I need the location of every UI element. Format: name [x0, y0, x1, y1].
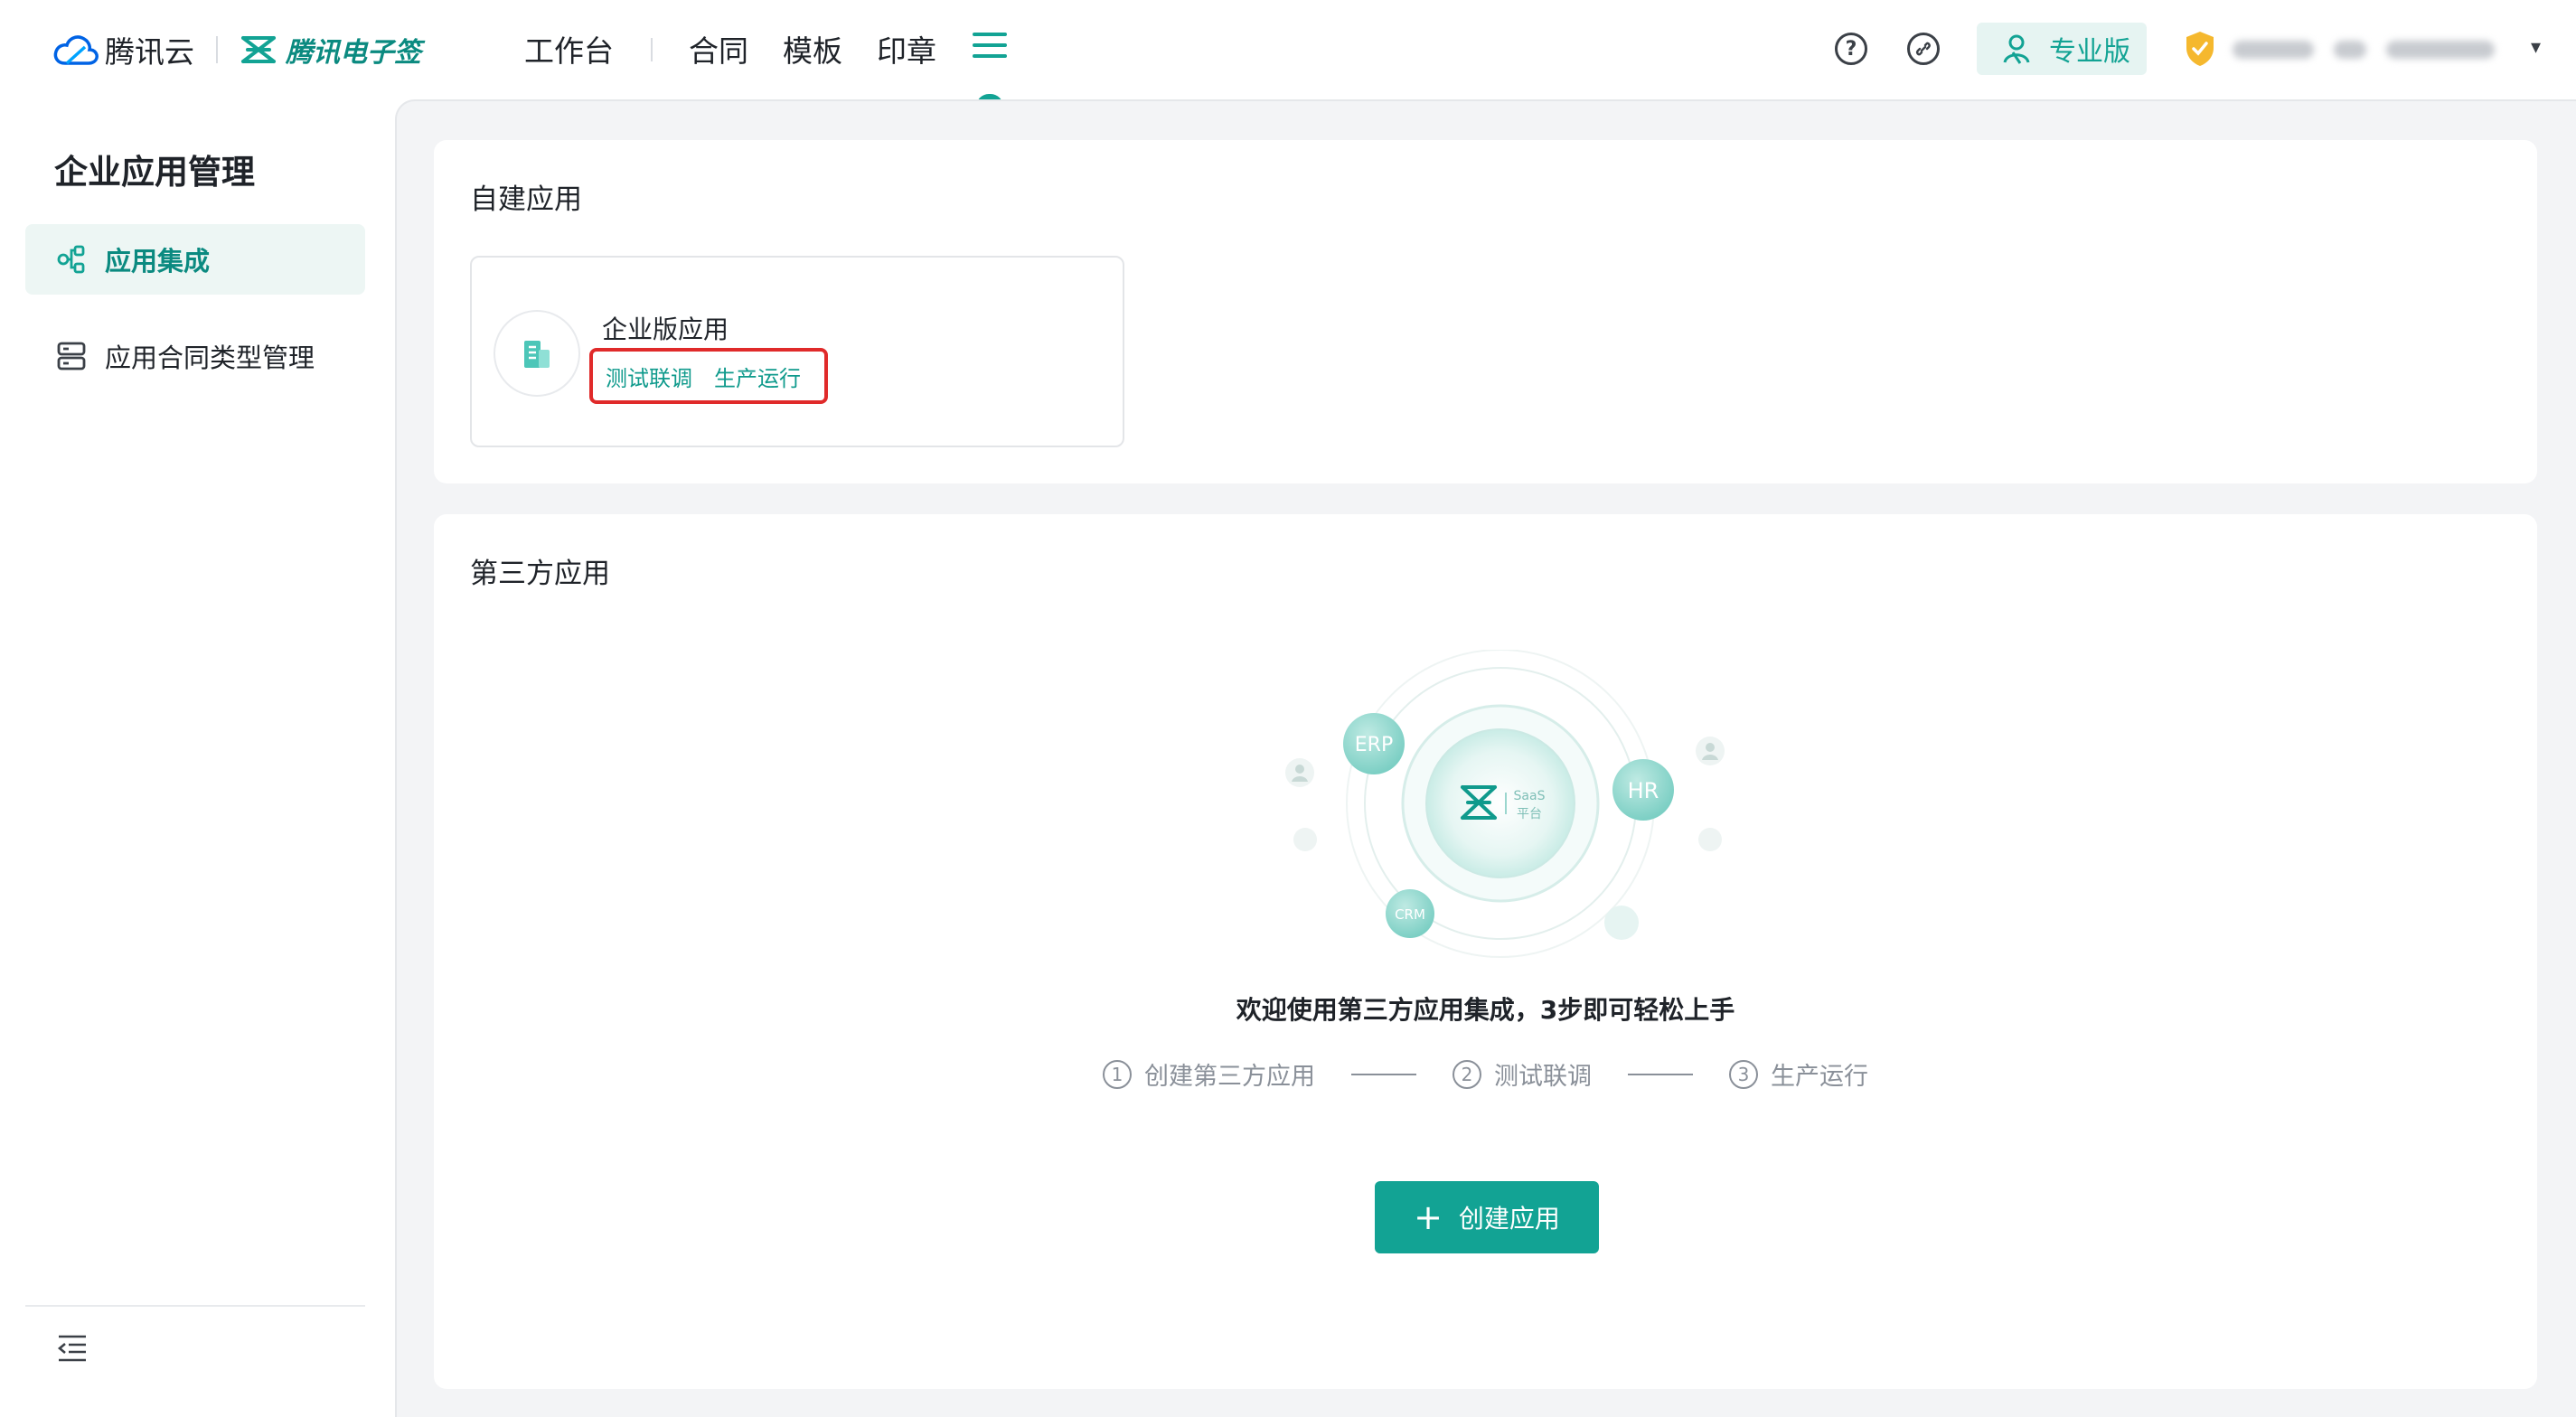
step-number: 1	[1103, 1059, 1132, 1089]
tencent-cloud-name: 腾讯云	[105, 34, 194, 70]
saas-label: 平台	[1517, 807, 1542, 821]
nav-seal[interactable]: 印章	[877, 25, 936, 72]
app-avatar	[494, 310, 580, 397]
cloud-icon	[53, 35, 99, 65]
sidebar-divider	[25, 1305, 365, 1307]
step-connector	[1628, 1073, 1693, 1075]
main-content: 自建应用 企业版应用 测试联调 生产运行 第三方应用 SaaS 平台 ERP H…	[395, 99, 2576, 1417]
link-icon[interactable]	[1907, 33, 1940, 65]
step-label: 创建第三方应用	[1144, 1063, 1315, 1091]
integration-illustration: SaaS 平台 ERP HR CRM	[1285, 650, 1725, 958]
step-label: 生产运行	[1771, 1063, 1868, 1091]
step-2: 2 测试联调	[1453, 1056, 1592, 1092]
onboarding-steps: 1 创建第三方应用 2 测试联调 3 生产运行	[434, 1056, 2537, 1092]
app-name: 企业版应用	[602, 314, 729, 344]
account-name-blurred	[2386, 41, 2495, 59]
nav-workbench[interactable]: 工作台	[524, 25, 614, 72]
saas-label: SaaS	[1514, 789, 1546, 803]
step-label: 测试联调	[1494, 1063, 1592, 1091]
step-number: 2	[1453, 1059, 1481, 1089]
contract-type-icon	[57, 342, 86, 371]
pro-edition-badge[interactable]: 专业版	[1977, 23, 2147, 75]
erp-label: ERP	[1355, 734, 1393, 756]
account-name-blurred	[2233, 41, 2314, 59]
chain-icon	[1915, 42, 1931, 56]
welcome-text: 欢迎使用第三方应用集成，3步即可轻松上手	[1236, 995, 1735, 1025]
step-number: 3	[1729, 1059, 1758, 1089]
third-party-apps-panel: 第三方应用 SaaS 平台 ERP HR CRM 欢迎使用第三方应用集成，3步即…	[434, 514, 2537, 1389]
crm-label: CRM	[1395, 906, 1425, 923]
create-app-label: 创建应用	[1458, 1204, 1560, 1234]
step-3: 3 生产运行	[1729, 1056, 1868, 1092]
sidebar-item-app-integration[interactable]: 应用集成	[25, 224, 365, 295]
account-switcher[interactable]: ▾	[2233, 34, 2541, 65]
esign-logo[interactable]: 腾讯电子签	[240, 27, 421, 72]
self-built-apps-panel: 自建应用 企业版应用 测试联调 生产运行	[434, 140, 2537, 483]
pro-edition-label: 专业版	[2049, 36, 2130, 68]
help-icon[interactable]: ?	[1835, 33, 1867, 65]
integration-icon	[57, 245, 85, 274]
sidebar-item-contract-types[interactable]: 应用合同类型管理	[25, 321, 365, 391]
verified-shield-icon	[2186, 32, 2214, 66]
nav-contract[interactable]: 合同	[689, 25, 748, 72]
step-connector	[1351, 1073, 1416, 1075]
sidebar: 企业应用管理 应用集成 应用合同类型管理	[0, 99, 395, 1417]
sidebar-item-label: 应用集成	[105, 246, 211, 277]
plus-icon: +	[1414, 1197, 1443, 1237]
create-app-button[interactable]: + 创建应用	[1375, 1181, 1599, 1253]
building-icon	[524, 341, 550, 368]
more-menu-icon[interactable]	[973, 33, 1007, 65]
hr-label: HR	[1628, 778, 1659, 803]
nav-divider	[651, 38, 653, 61]
account-name-blurred	[2334, 41, 2366, 59]
user-icon	[2003, 34, 2030, 64]
sidebar-item-label: 应用合同类型管理	[105, 343, 315, 373]
app-actions-highlight: 测试联调 生产运行	[589, 348, 828, 404]
collapse-sidebar-icon[interactable]	[56, 1332, 89, 1365]
production-run-link[interactable]: 生产运行	[714, 361, 801, 392]
section-title: 自建应用	[470, 183, 582, 216]
top-bar: 腾讯云 腾讯电子签 工作台 合同 模板 印章 ? 专业版 ▾	[0, 0, 2576, 107]
sidebar-title: 企业应用管理	[54, 153, 255, 192]
esign-logo-icon	[241, 36, 276, 63]
section-title: 第三方应用	[470, 558, 610, 590]
tencent-cloud-logo[interactable]: 腾讯云	[52, 27, 194, 72]
step-1: 1 创建第三方应用	[1103, 1056, 1315, 1092]
enterprise-app-card[interactable]: 企业版应用 测试联调 生产运行	[470, 256, 1124, 447]
test-integration-link[interactable]: 测试联调	[606, 361, 692, 392]
brand-divider	[216, 36, 218, 63]
nav-template[interactable]: 模板	[783, 25, 842, 72]
esign-name: 腾讯电子签	[286, 37, 421, 69]
chevron-down-icon: ▾	[2531, 36, 2542, 59]
